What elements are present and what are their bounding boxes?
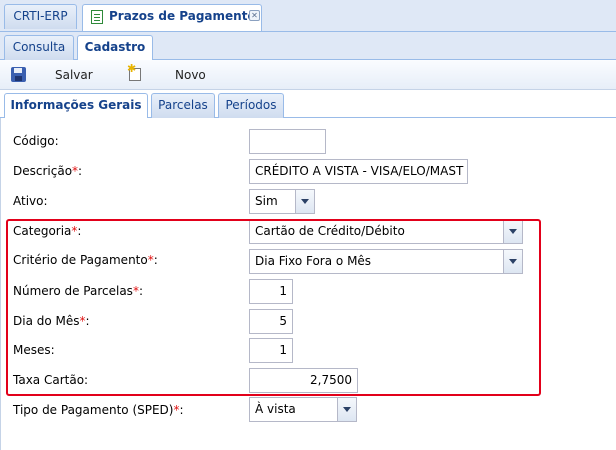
- tab-consulta[interactable]: Consulta: [4, 35, 74, 60]
- tipo-pagamento-dropdown-trigger[interactable]: [337, 397, 357, 422]
- tab-cadastro[interactable]: Cadastro: [77, 35, 153, 61]
- new-button[interactable]: Novo: [175, 66, 206, 84]
- categoria-select[interactable]: Cartão de Crédito/Débito: [249, 219, 504, 244]
- dia-mes-label: Dia do Mês*:: [13, 314, 90, 328]
- categoria-dropdown-trigger[interactable]: [503, 219, 523, 244]
- tipo-pagamento-label: Tipo de Pagamento (SPED)*:: [13, 403, 184, 417]
- categoria-label: Categoria*:: [13, 224, 82, 238]
- toolbar: Salvar Novo: [0, 60, 616, 90]
- window-tab-bar: CRTI-ERP Prazos de Pagamento ✕: [0, 0, 616, 32]
- tab-informacoes-gerais[interactable]: Informações Gerais: [4, 93, 148, 119]
- tab-crti-erp[interactable]: CRTI-ERP: [4, 4, 77, 29]
- criterio-label: Critério de Pagamento*:: [13, 253, 158, 267]
- dia-mes-input[interactable]: 5: [249, 309, 293, 334]
- criterio-select[interactable]: Dia Fixo Fora o Mês: [249, 249, 504, 274]
- new-document-icon[interactable]: ✱: [127, 63, 143, 82]
- codigo-input[interactable]: [249, 129, 326, 154]
- tipo-pagamento-select[interactable]: À vista: [249, 397, 338, 422]
- codigo-label: Código:: [13, 134, 59, 148]
- save-button[interactable]: Salvar: [55, 66, 93, 84]
- meses-label: Meses:: [13, 343, 55, 357]
- ativo-label: Ativo:: [13, 194, 48, 208]
- descricao-input[interactable]: CRÉDITO A VISTA - VISA/ELO/MAST: [249, 159, 468, 184]
- save-icon[interactable]: [11, 67, 26, 82]
- tab-prazos-label: Prazos de Pagamento: [109, 9, 256, 23]
- num-parcelas-input[interactable]: 1: [249, 279, 293, 304]
- tab-parcelas[interactable]: Parcelas: [151, 93, 215, 118]
- close-icon[interactable]: ✕: [249, 10, 260, 21]
- mode-tab-bar: Consulta Cadastro: [0, 32, 616, 61]
- ativo-dropdown-trigger[interactable]: [295, 189, 315, 214]
- taxa-cartao-input[interactable]: 2,7500: [249, 368, 358, 393]
- document-icon: [91, 10, 103, 24]
- taxa-cartao-label: Taxa Cartão:: [13, 373, 89, 387]
- descricao-label: Descrição*:: [13, 164, 83, 178]
- ativo-select[interactable]: Sim: [249, 189, 296, 214]
- meses-input[interactable]: 1: [249, 338, 293, 363]
- tab-prazos-de-pagamento[interactable]: Prazos de Pagamento ✕: [82, 4, 262, 31]
- tab-periodos[interactable]: Períodos: [218, 93, 284, 118]
- criterio-dropdown-trigger[interactable]: [503, 249, 523, 274]
- content-tab-bar: Informações Gerais Parcelas Períodos: [0, 90, 616, 119]
- num-parcelas-label: Número de Parcelas*:: [13, 284, 143, 298]
